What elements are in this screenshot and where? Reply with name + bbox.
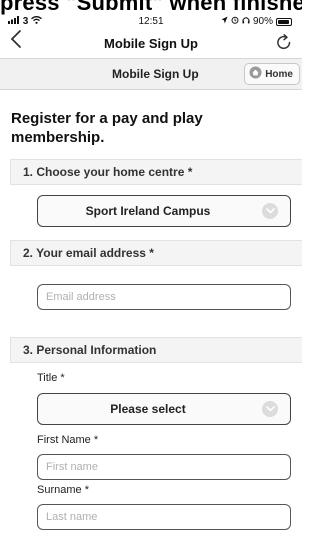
home-centre-selected-value: Sport Ireland Campus	[85, 204, 211, 218]
section-email-header: 2. Your email address *	[10, 240, 302, 266]
status-bar: 3 12:51 90%	[0, 14, 302, 30]
home-centre-select[interactable]: Sport Ireland Campus	[37, 195, 291, 227]
cropped-caption-text: press "Submit" when finished	[0, 0, 302, 15]
page-toolbar: Mobile Sign Up Home	[0, 58, 302, 90]
home-icon	[249, 66, 262, 82]
home-button-label: Home	[265, 68, 293, 80]
status-indicators: 90%	[221, 16, 292, 27]
toolbar-title: Mobile Sign Up	[112, 67, 199, 81]
title-select[interactable]: Please select	[37, 393, 291, 425]
battery-icon	[276, 17, 292, 26]
battery-percentage: 90%	[252, 16, 273, 27]
form-heading: Register for a pay and play membership.	[11, 110, 203, 146]
first-name-label: First Name *	[37, 434, 99, 446]
title-selected-value: Please select	[110, 402, 186, 416]
surname-field[interactable]	[37, 504, 291, 530]
section-home-centre-header: 1. Choose your home centre *	[10, 159, 302, 185]
battery-fill	[278, 19, 289, 24]
nav-title: Mobile Sign Up	[104, 36, 198, 51]
alarm-icon	[231, 16, 239, 27]
navigation-bar: Mobile Sign Up	[0, 30, 302, 58]
chevron-down-icon	[262, 203, 278, 219]
chevron-down-icon	[262, 401, 278, 417]
home-button[interactable]: Home	[244, 63, 300, 85]
headphones-icon	[242, 16, 250, 27]
location-icon	[221, 16, 228, 27]
title-field-label: Title *	[37, 372, 65, 384]
email-field[interactable]	[37, 284, 291, 310]
refresh-icon[interactable]	[276, 33, 292, 56]
first-name-field[interactable]	[37, 454, 291, 480]
section-personal-info-header: 3. Personal Information	[10, 337, 302, 363]
surname-label: Surname *	[37, 484, 89, 496]
